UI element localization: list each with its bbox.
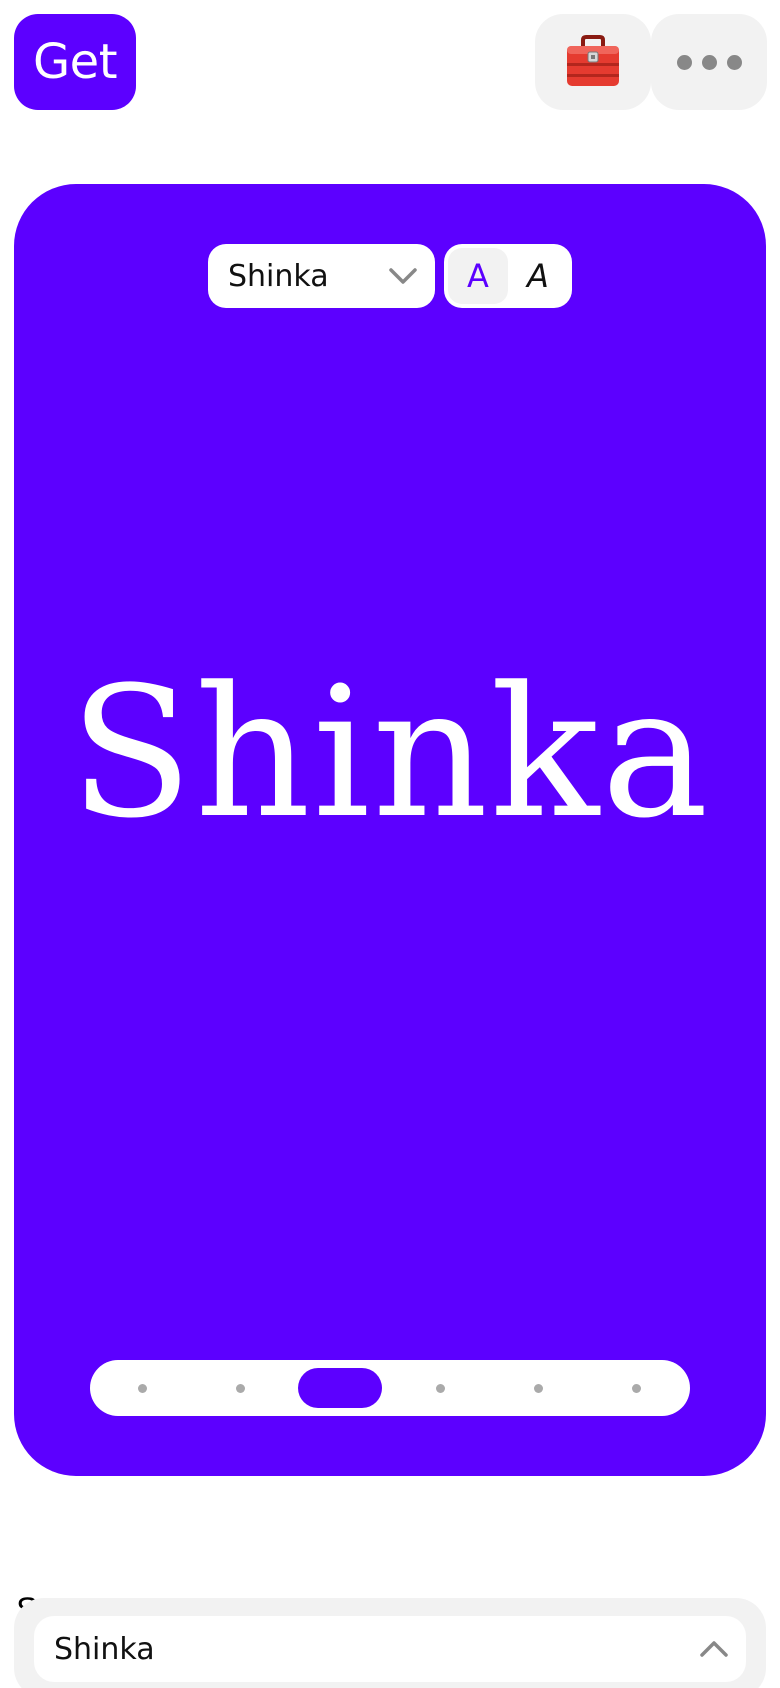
more-horizontal-icon (676, 54, 692, 70)
page-dot-active[interactable] (298, 1368, 382, 1408)
page-dot[interactable] (236, 1384, 245, 1393)
toolbox-icon (567, 35, 619, 86)
get-button[interactable]: Get (14, 14, 136, 110)
font-preview-card: Shinka A A Shinka (14, 184, 766, 1476)
bottom-sheet: Shinka (14, 1598, 766, 1688)
font-family-select-value: Shinka (228, 258, 329, 294)
bottom-font-select-value: Shinka (54, 1631, 155, 1667)
font-family-select[interactable]: Shinka (208, 244, 435, 308)
page-indicator (90, 1360, 690, 1416)
page-dot[interactable] (436, 1384, 445, 1393)
font-style-toggle: A A (444, 244, 572, 308)
more-horizontal-icon (726, 54, 742, 70)
chevron-up-icon (700, 1641, 728, 1657)
style-regular-option[interactable]: A (448, 248, 508, 304)
page-dot[interactable] (138, 1384, 147, 1393)
font-specimen-text: Shinka (69, 649, 711, 858)
page-dot[interactable] (534, 1384, 543, 1393)
style-italic-option[interactable]: A (508, 248, 568, 304)
bottom-font-select[interactable]: Shinka (34, 1616, 746, 1682)
more-horizontal-icon (701, 54, 717, 70)
toolbox-button[interactable] (535, 14, 651, 110)
chevron-down-icon (389, 268, 417, 284)
more-options-button[interactable] (651, 14, 767, 110)
page-dot[interactable] (632, 1384, 641, 1393)
